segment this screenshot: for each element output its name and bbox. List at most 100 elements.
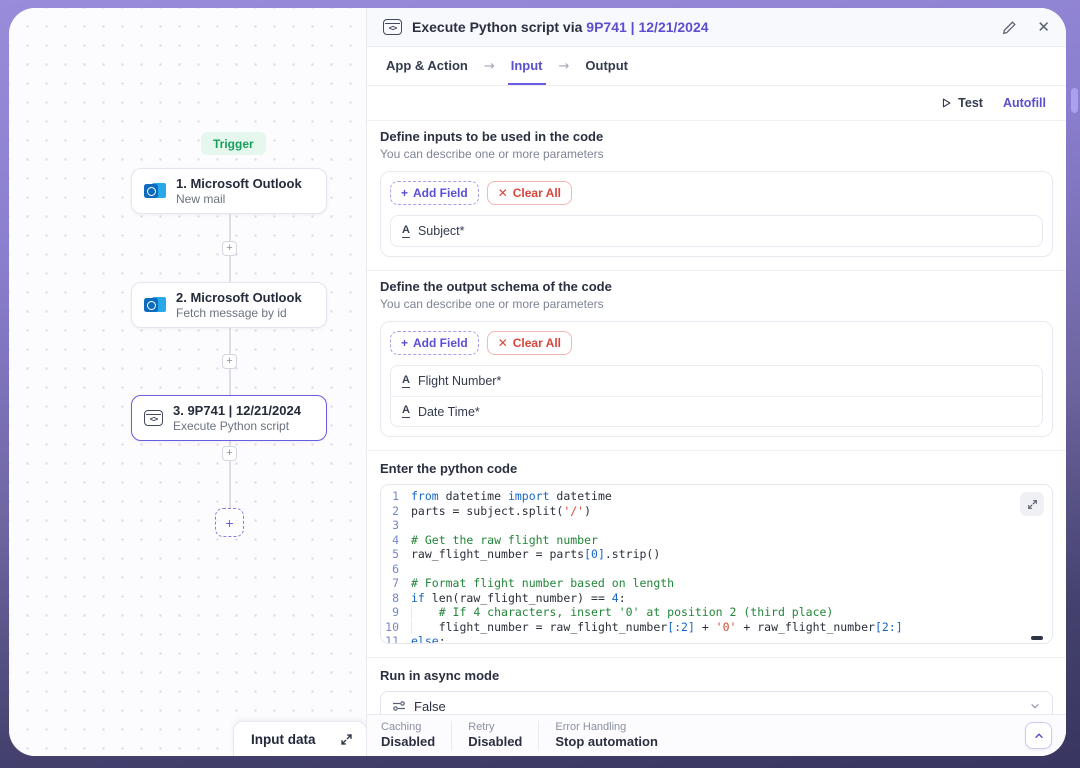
node-title: 3. 9P741 | 12/21/2024 xyxy=(173,403,301,419)
code-line: 9 # If 4 characters, insert '0' at posit… xyxy=(381,605,1052,620)
section-heading: Run in async mode xyxy=(380,668,1053,683)
section-define-inputs: Define inputs to be used in the code You… xyxy=(367,121,1066,271)
step-settings-panel: Execute Python script via 9P741 | 12/21/… xyxy=(366,8,1066,756)
output-field-container: + Add Field ✕ Clear All A Flight Number* xyxy=(380,321,1053,437)
plus-icon: + xyxy=(401,186,408,200)
footer-stat-error-handling: Error Handling Stop automation xyxy=(538,721,674,750)
text-type-icon: A xyxy=(402,225,410,238)
section-subtext: You can describe one or more parameters xyxy=(380,147,1053,161)
add-step-button[interactable]: + xyxy=(222,354,237,369)
code-line: 6 xyxy=(381,562,1052,577)
code-line: 5raw_flight_number = parts[0].strip() xyxy=(381,547,1052,562)
tab-input[interactable]: Input xyxy=(508,47,546,85)
chevron-up-icon xyxy=(1033,730,1045,742)
pencil-icon xyxy=(1002,20,1017,35)
section-async-mode: Run in async mode False xyxy=(367,658,1066,714)
workflow-node-outlook-new-mail[interactable]: 1. Microsoft Outlook New mail xyxy=(131,168,327,214)
close-panel-button[interactable]: ✕ xyxy=(1037,20,1050,35)
async-mode-select[interactable]: False xyxy=(380,691,1053,714)
edit-name-button[interactable] xyxy=(1002,20,1017,35)
code-line: 1from datetime import datetime xyxy=(381,489,1052,504)
footer-stat-caching: Caching Disabled xyxy=(381,721,451,750)
text-type-icon: A xyxy=(402,405,410,418)
x-icon: ✕ xyxy=(498,336,508,350)
panel-tab-bar: App & Action → Input → Output xyxy=(367,47,1066,86)
clear-all-button[interactable]: ✕ Clear All xyxy=(487,181,572,205)
input-data-drawer[interactable]: Input data xyxy=(233,721,367,756)
code-line: 4# Get the raw flight number xyxy=(381,533,1052,548)
test-toolbar: Test Autofill xyxy=(367,86,1066,121)
expand-icon xyxy=(1027,499,1038,510)
code-line: 2parts = subject.split('/') xyxy=(381,504,1052,519)
x-icon: ✕ xyxy=(498,186,508,200)
panel-header: Execute Python script via 9P741 | 12/21/… xyxy=(367,8,1066,47)
stat-value: Stop automation xyxy=(555,734,658,750)
add-step-button[interactable]: + xyxy=(222,446,237,461)
section-heading: Enter the python code xyxy=(380,461,1053,476)
node-subtitle: Execute Python script xyxy=(173,419,301,434)
tab-output[interactable]: Output xyxy=(582,47,631,85)
code-line: 7# Format flight number based on length xyxy=(381,576,1052,591)
code-line: 3 xyxy=(381,518,1052,533)
field-label: Subject* xyxy=(418,224,465,238)
boolean-sliders-icon xyxy=(392,700,406,712)
stat-label: Error Handling xyxy=(555,721,658,734)
outlook-icon xyxy=(144,181,166,201)
stat-label: Caching xyxy=(381,721,435,734)
workflow-app-window: Trigger 1. Microsoft Outlook New mail + … xyxy=(9,8,1066,756)
section-subtext: You can describe one or more parameters xyxy=(380,297,1053,311)
arrow-icon: → xyxy=(484,59,495,74)
outlook-icon xyxy=(144,295,166,315)
code-line: 10 flight_number = raw_flight_number[:2]… xyxy=(381,620,1052,635)
stat-value: Disabled xyxy=(381,734,435,750)
arrow-icon: → xyxy=(559,59,570,74)
node-subtitle: New mail xyxy=(176,192,302,207)
expand-code-button[interactable] xyxy=(1020,492,1044,516)
footer-stat-retry: Retry Disabled xyxy=(451,721,538,750)
code-editor[interactable]: 1from datetime import datetime2parts = s… xyxy=(380,484,1053,644)
field-label: Flight Number* xyxy=(418,374,501,388)
section-heading: Define the output schema of the code xyxy=(380,279,1053,294)
panel-title: Execute Python script via 9P741 | 12/21/… xyxy=(412,19,709,35)
close-icon: ✕ xyxy=(1037,20,1050,35)
code-hscrollbar-thumb[interactable] xyxy=(1031,636,1043,640)
window-scrollbar-thumb[interactable] xyxy=(1071,88,1078,113)
text-type-icon: A xyxy=(402,375,410,388)
panel-footer: Caching Disabled Retry Disabled Error Ha… xyxy=(367,714,1066,756)
inputs-field-container: + Add Field ✕ Clear All A Subject* xyxy=(380,171,1053,257)
field-row-flight-number[interactable]: A Flight Number* xyxy=(391,366,1042,396)
section-heading: Define inputs to be used in the code xyxy=(380,129,1053,144)
node-subtitle: Fetch message by id xyxy=(176,306,302,321)
field-row-date-time[interactable]: A Date Time* xyxy=(391,396,1042,426)
add-step-button[interactable]: + xyxy=(222,241,237,256)
add-next-step-placeholder[interactable]: + xyxy=(215,508,244,537)
workflow-node-outlook-fetch-message[interactable]: 2. Microsoft Outlook Fetch message by id xyxy=(131,282,327,328)
add-field-button[interactable]: + Add Field xyxy=(390,181,479,205)
stat-value: Disabled xyxy=(468,734,522,750)
panel-title-accent: 9P741 | 12/21/2024 xyxy=(586,19,708,35)
code-line: 11else: xyxy=(381,634,1052,644)
test-button[interactable]: Test xyxy=(940,96,983,110)
collapse-footer-button[interactable] xyxy=(1025,722,1052,749)
node-title: 1. Microsoft Outlook xyxy=(176,176,302,192)
code-lines: 1from datetime import datetime2parts = s… xyxy=(381,485,1052,644)
code-window-icon xyxy=(383,19,402,35)
code-line: 8if len(raw_flight_number) == 4: xyxy=(381,591,1052,606)
workflow-node-python-script-selected[interactable]: 3. 9P741 | 12/21/2024 Execute Python scr… xyxy=(131,395,327,441)
field-label: Date Time* xyxy=(418,405,480,419)
clear-all-button[interactable]: ✕ Clear All xyxy=(487,331,572,355)
input-data-label: Input data xyxy=(251,732,316,747)
panel-content: Define inputs to be used in the code You… xyxy=(367,121,1066,714)
section-output-schema: Define the output schema of the code You… xyxy=(367,271,1066,451)
add-field-button[interactable]: + Add Field xyxy=(390,331,479,355)
tab-app-and-action[interactable]: App & Action xyxy=(383,47,471,85)
field-row-subject[interactable]: A Subject* xyxy=(391,216,1042,246)
async-mode-value: False xyxy=(414,699,446,714)
plus-icon: + xyxy=(401,336,408,350)
expand-icon[interactable] xyxy=(340,733,353,746)
code-window-icon xyxy=(144,410,163,426)
node-title: 2. Microsoft Outlook xyxy=(176,290,302,306)
autofill-button[interactable]: Autofill xyxy=(1003,96,1046,110)
chevron-down-icon xyxy=(1029,700,1041,712)
stat-label: Retry xyxy=(468,721,522,734)
